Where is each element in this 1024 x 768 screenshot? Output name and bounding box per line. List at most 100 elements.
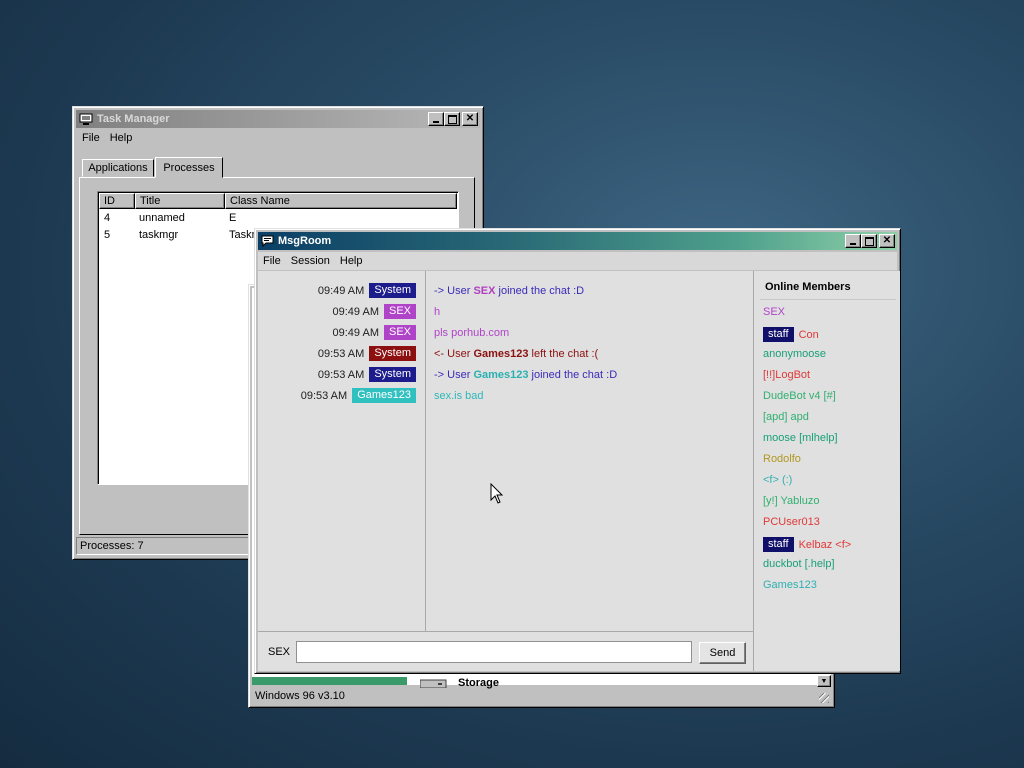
member-item[interactable]: SEX: [763, 306, 785, 318]
message-text-part: SEX: [473, 285, 496, 297]
message-username-badge[interactable]: System: [369, 283, 416, 298]
minimize-button[interactable]: [428, 112, 444, 126]
tab-applications[interactable]: Applications: [82, 159, 154, 177]
background-status-text: Windows 96 v3.10: [255, 689, 345, 702]
process-id: 4: [104, 212, 111, 224]
resize-grip-icon[interactable]: [819, 693, 829, 703]
message-text: h: [434, 306, 440, 318]
message-timestamp: 09:49 AM: [332, 305, 379, 318]
chat-icon: [261, 235, 274, 247]
message-username-badge[interactable]: System: [369, 367, 416, 382]
msgroom-menubar: File Session Help: [258, 252, 897, 270]
message-text: pls porhub.com: [434, 327, 509, 339]
member-item[interactable]: duckbot [.help]: [763, 558, 835, 570]
message-username-badge[interactable]: System: [369, 346, 416, 361]
message-text-part: Games123: [473, 369, 529, 381]
member-name: duckbot [.help]: [763, 558, 835, 570]
menu-file[interactable]: File: [258, 255, 286, 267]
task-manager-title: Task Manager: [97, 113, 170, 125]
message-text: -> User SEX joined the chat :D: [434, 285, 584, 297]
close-button[interactable]: ✕: [879, 234, 895, 248]
message-row: 09:53 AM System -> User Games123 joined th…: [258, 367, 753, 385]
maximize-button[interactable]: [444, 112, 460, 126]
column-header-title[interactable]: Title: [135, 193, 225, 209]
process-title: taskmgr: [139, 229, 179, 241]
message-username-badge[interactable]: SEX: [383, 325, 416, 340]
menu-help[interactable]: Help: [335, 255, 368, 267]
minimize-icon: [433, 121, 439, 123]
process-id: 5: [104, 229, 111, 241]
process-title: unnamed: [139, 212, 185, 224]
tab-processes-label: Processes: [163, 161, 215, 174]
message-timestamp: 09:49 AM: [332, 326, 379, 339]
username-label: SEX: [268, 646, 291, 658]
message-input[interactable]: [296, 641, 692, 663]
msgroom-title: MsgRoom: [278, 235, 332, 247]
member-name: [apd] apd: [763, 411, 809, 423]
menu-help[interactable]: Help: [105, 132, 138, 144]
close-button[interactable]: ✕: [462, 112, 478, 126]
member-item[interactable]: <f> (:): [763, 474, 792, 486]
task-manager-icon: [79, 113, 93, 125]
message-text-part: left the chat :(: [528, 348, 599, 360]
member-name: Rodolfo: [763, 453, 801, 465]
column-header-id[interactable]: ID: [99, 193, 135, 209]
close-icon: ✕: [465, 113, 475, 124]
member-item[interactable]: PCUser013: [763, 516, 820, 528]
maximize-icon: [864, 236, 874, 246]
member-item[interactable]: Rodolfo: [763, 453, 801, 465]
message-row: 09:49 AM SEX h: [258, 304, 753, 322]
member-item[interactable]: moose [mlhelp]: [763, 432, 838, 444]
menu-session[interactable]: Session: [286, 255, 335, 267]
member-name: [y!] Yabluzo: [763, 495, 820, 507]
process-class: E: [229, 212, 237, 224]
message-timestamp: 09:49 AM: [317, 284, 365, 297]
member-name: Games123: [763, 579, 817, 591]
member-item[interactable]: [apd] apd: [763, 411, 809, 423]
member-item[interactable]: DudeBot v4 [#]: [763, 390, 836, 402]
maximize-icon: [447, 114, 457, 124]
send-button-label: Send: [709, 647, 736, 659]
msgroom-titlebar[interactable]: MsgRoom ✕: [258, 232, 897, 250]
minimize-icon: [850, 243, 856, 245]
table-row[interactable]: 4 unnamed E: [99, 211, 457, 227]
member-name: [!!]LogBot: [763, 369, 811, 381]
message-row: 09:53 AM System <- User Games123 left the …: [258, 346, 753, 364]
members-header: Online Members: [765, 281, 851, 293]
member-name: DudeBot v4 [#]: [763, 390, 836, 402]
send-button[interactable]: Send: [699, 642, 746, 664]
tab-processes[interactable]: Processes: [155, 157, 223, 178]
member-name: PCUser013: [763, 516, 820, 528]
message-row: 09:49 AM System -> User SEX joined the cha…: [258, 283, 753, 301]
input-row: SEX Send: [258, 632, 753, 671]
member-item[interactable]: staff Kelbaz <f>: [763, 537, 851, 552]
member-item[interactable]: [!!]LogBot: [763, 369, 810, 381]
tab-applications-label: Applications: [88, 162, 148, 174]
member-item[interactable]: anonymoose: [763, 348, 826, 360]
minimize-button[interactable]: [845, 234, 861, 248]
column-header-class-name[interactable]: Class Name: [225, 193, 457, 209]
member-item[interactable]: [y!] Yabluzo: [763, 495, 819, 507]
message-timestamp: 09:53 AM: [317, 368, 365, 381]
message-username-badge[interactable]: SEX: [383, 304, 416, 319]
members-panel: Online Members SEX staff Con anonymoose [!!]…: [753, 271, 900, 671]
message-row: 09:53 AM Games123 sex.is bad: [258, 388, 753, 406]
member-item[interactable]: staff Con: [763, 327, 819, 342]
maximize-button[interactable]: [861, 234, 877, 248]
msgroom-window[interactable]: MsgRoom ✕ File Session Help 09:49 AM Syst…: [254, 228, 901, 674]
scroll-down-button[interactable]: ▼: [817, 675, 831, 687]
task-manager-titlebar[interactable]: Task Manager ✕: [76, 110, 480, 128]
menu-file[interactable]: File: [77, 132, 105, 144]
scroll-down-icon: ▼: [820, 677, 828, 685]
member-item[interactable]: Games123: [763, 579, 817, 591]
message-text: <- User Games123 left the chat :(: [434, 348, 598, 360]
background-status-bar: Windows 96 v3.10: [252, 687, 831, 704]
staff-badge: staff: [763, 327, 794, 342]
message-username-badge[interactable]: Games123: [352, 388, 416, 403]
chat-area: 09:49 AM System -> User SEX joined the cha…: [258, 271, 753, 632]
message-text-part: sex.is bad: [434, 390, 484, 402]
status-bar: Processes: 7: [76, 537, 256, 555]
mouse-cursor-icon: [490, 483, 504, 504]
members-divider: [760, 299, 896, 300]
member-name: <f> (:): [763, 474, 793, 486]
